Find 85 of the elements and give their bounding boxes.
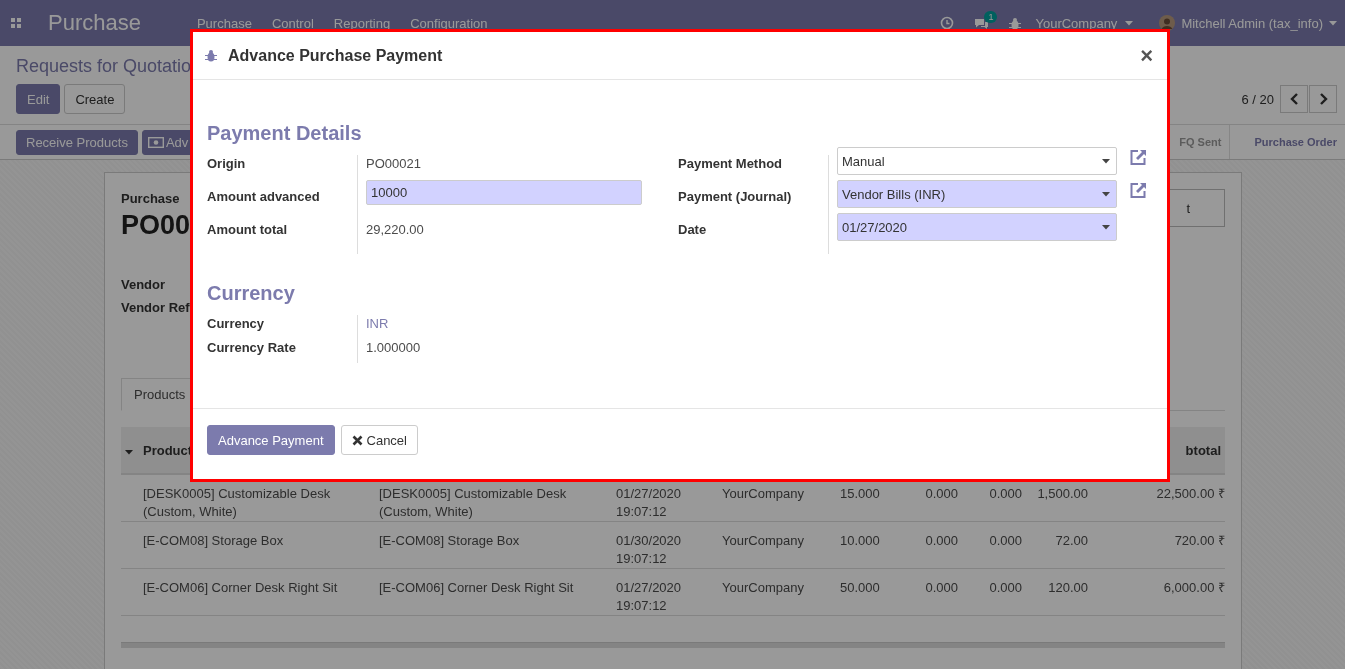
chevron-right-icon [1318,93,1328,105]
menu-item[interactable]: Purchase [196,15,252,31]
field-label: Amount total [207,221,289,239]
field-label: Payment (Journal) [678,188,793,206]
table-cell: 0.000 [925,533,958,548]
action-button[interactable]: Receive Products [16,129,138,155]
dropdown-field[interactable]: 01/27/2020 [837,213,1117,241]
table-cell: 0.000 [989,580,1022,595]
bug-icon[interactable] [204,49,218,62]
table-cell: 0.000 [989,486,1022,501]
bug-icon[interactable] [1008,16,1023,30]
table-cell: [E-COM06] Corner Desk Right Sit [143,580,338,595]
table-cell: 15.000 [840,486,880,501]
table-cell: 0.000 [925,580,958,595]
table-cell: [E-COM06] Corner Desk Right Sit [379,580,574,595]
field-value: PO00021 [366,155,421,171]
clock-icon[interactable] [940,16,955,30]
menu-item[interactable]: Control [271,15,314,31]
close-icon [351,434,363,446]
close-button[interactable]: × [1140,45,1153,66]
message-count-badge: 1 [984,10,998,23]
sort-caret-icon[interactable] [125,449,133,455]
external-link-icon[interactable] [1129,149,1147,165]
caret-icon [1102,224,1110,230]
chevron-left-icon [1289,93,1299,105]
table-cell: 50.000 [840,580,880,595]
dialog-title: Advance Purchase Payment [228,46,444,65]
app-title: Purchase [48,10,141,36]
chat-icon[interactable] [974,16,989,30]
table-cell: 6,000.00 ₹ [1163,580,1225,595]
form-subtitle: Purchase [121,191,181,206]
field-label: Currency [207,315,266,333]
table-cell: YourCompany [722,580,804,595]
table-cell: [DESK0005] Customizable Desk (Custom, White) [379,486,567,519]
table-cell: 10.000 [840,533,880,548]
table-cell: 720.00 ₹ [1174,533,1225,548]
field-value: 29,220.00 [366,221,424,237]
table-cell: 22,500.00 ₹ [1156,486,1225,501]
table-cell: YourCompany [722,533,804,548]
table-cell: 72.00 [1055,533,1088,548]
caret-icon [1102,191,1110,197]
advance-payment-button[interactable]: Advance Payment [207,425,335,455]
next-button[interactable] [1309,85,1337,113]
record-name: PO00 [121,210,191,241]
table-cell: 01/27/2020 19:07:12 [616,580,682,613]
status-stage[interactable]: Purchase Order [1229,125,1345,159]
table-cell: 1,500.00 [1037,486,1088,501]
field-value: 1.000000 [366,339,421,355]
menu-item[interactable]: Configuration [410,15,488,31]
caret-icon [1102,158,1110,164]
table-cell: YourCompany [722,486,804,501]
input-field[interactable]: 10000 [366,180,642,205]
field-label: Vendor Ref [121,300,190,315]
section-heading: Currency [207,282,296,305]
money-icon [147,136,164,148]
table-cell: 01/27/2020 19:07:12 [616,486,682,519]
field-label: Vendor [121,277,166,292]
field-label: Origin [207,155,247,173]
table-cell: 0.000 [925,486,958,501]
apps-grid-icon[interactable] [11,18,21,28]
field-label: Date [678,221,708,239]
field-label: Payment Method [678,155,783,173]
table-cell: 120.00 [1048,580,1088,595]
caret-icon [1329,20,1337,26]
pager-counter: 6 / 20 [1241,91,1274,107]
column-header[interactable]: btotal [1185,442,1221,458]
company-switcher[interactable]: YourCompany [1035,15,1134,31]
dropdown-field[interactable]: Vendor Bills (INR) [837,180,1117,208]
table-cell: 0.000 [989,533,1022,548]
previous-button[interactable] [1280,85,1308,113]
field-link[interactable]: INR [366,315,389,331]
table-cell: [DESK0005] Customizable Desk (Custom, White) [143,486,331,519]
field-label: Currency Rate [207,339,297,357]
field-label: Amount advanced [207,188,321,206]
external-link-icon[interactable] [1129,182,1147,198]
user-menu[interactable]: Mitchell Admin (tax_info) [1159,15,1337,31]
table-cell: [E-COM08] Storage Box [143,533,284,548]
cancel-button[interactable]: Cancel [340,425,418,455]
create-button[interactable]: Create [64,84,126,114]
table-cell: [E-COM08] Storage Box [379,533,520,548]
edit-button[interactable]: Edit [16,84,61,114]
dropdown-field[interactable]: Manual [837,147,1117,175]
table-cell: 01/30/2020 19:07:12 [616,533,682,566]
section-heading: Payment Details [207,122,363,145]
caret-icon [1125,20,1134,26]
